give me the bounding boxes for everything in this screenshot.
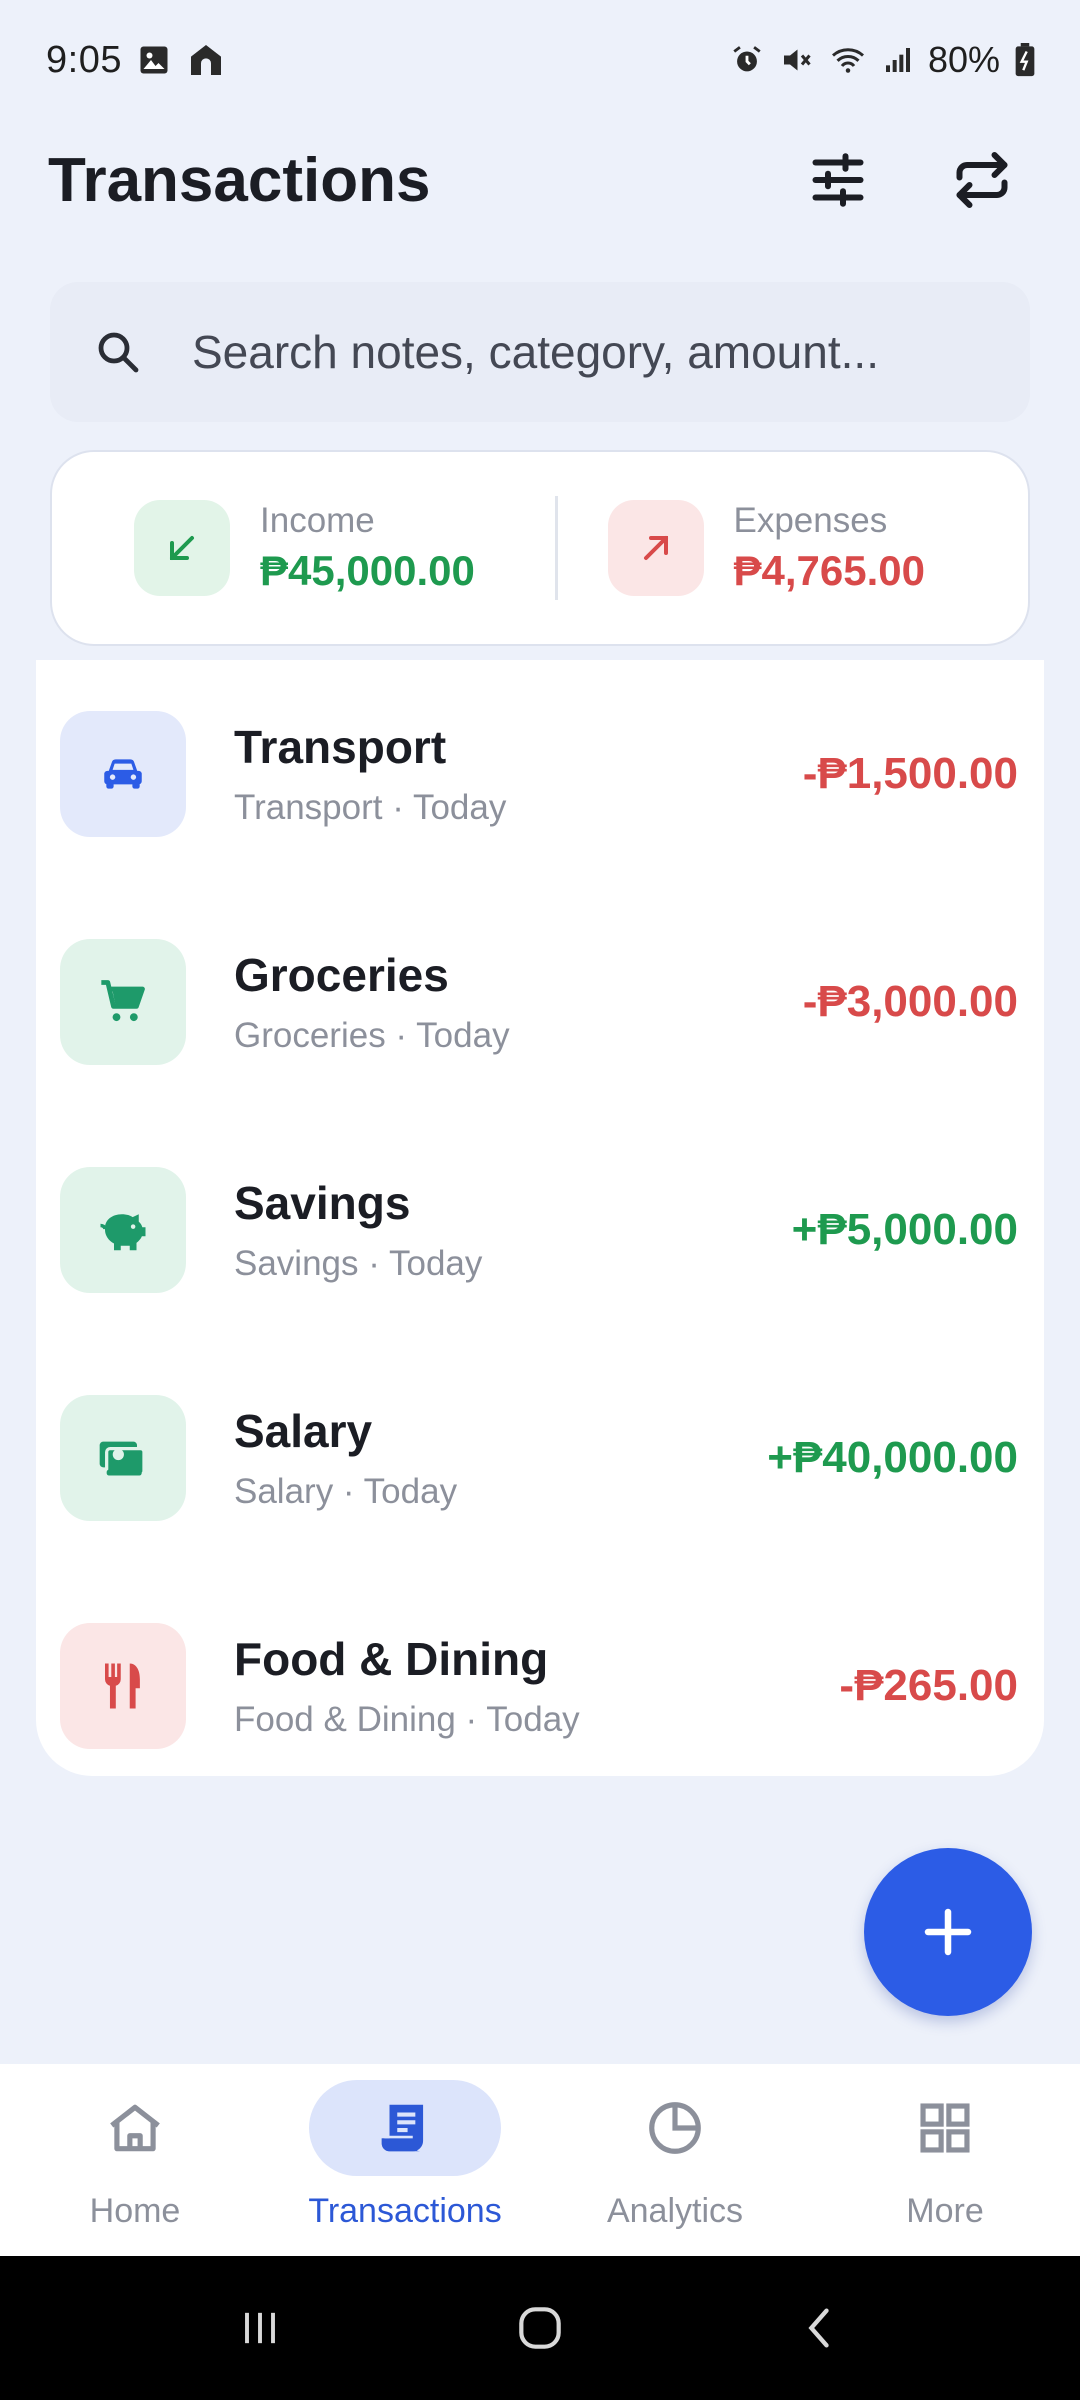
transaction-subtitle: Savings · Today bbox=[234, 1244, 483, 1283]
transaction-row-food-dining[interactable]: Food & Dining Food & Dining · Today -₱26… bbox=[36, 1572, 1044, 1800]
nav-label: Analytics bbox=[606, 2192, 744, 2230]
home-app-icon bbox=[186, 40, 226, 80]
filter-button[interactable] bbox=[788, 130, 888, 230]
alarm-icon bbox=[730, 43, 764, 77]
battery-percent: 80% bbox=[927, 39, 1000, 80]
piggy-bank-icon bbox=[60, 1167, 186, 1293]
cart-icon bbox=[60, 939, 186, 1065]
transaction-title: Groceries bbox=[234, 949, 449, 1001]
sliders-icon bbox=[808, 150, 868, 210]
transaction-subtitle: Food & Dining · Today bbox=[234, 1700, 580, 1739]
nav-more[interactable]: More bbox=[810, 2064, 1080, 2256]
repeat-icon bbox=[952, 150, 1012, 210]
cash-icon bbox=[60, 1395, 186, 1521]
signal-icon bbox=[882, 43, 914, 77]
system-home-button[interactable] bbox=[480, 2278, 600, 2378]
system-back-button[interactable] bbox=[760, 2278, 880, 2378]
transaction-row-transport[interactable]: Transport Transport · Today -₱1,500.00 bbox=[36, 660, 1044, 888]
nav-home[interactable]: Home bbox=[0, 2064, 270, 2256]
transaction-amount: -₱3,000.00 bbox=[802, 977, 1018, 1026]
transaction-amount: +₱5,000.00 bbox=[791, 1205, 1018, 1254]
add-transaction-button[interactable] bbox=[864, 1848, 1032, 2016]
circle-home-icon bbox=[512, 2300, 568, 2356]
transaction-title: Salary bbox=[234, 1405, 373, 1457]
income-summary: Income ₱45,000.00 bbox=[52, 500, 555, 596]
income-value: ₱45,000.00 bbox=[260, 547, 475, 594]
search-icon bbox=[94, 328, 142, 376]
search-bar[interactable] bbox=[50, 282, 1030, 422]
gallery-icon bbox=[136, 42, 172, 78]
plus-icon bbox=[918, 1902, 978, 1962]
search-input[interactable] bbox=[192, 325, 992, 379]
home-icon bbox=[104, 2097, 166, 2159]
battery-icon bbox=[1014, 43, 1036, 77]
page-title: Transactions bbox=[48, 145, 431, 215]
transaction-subtitle: Transport · Today bbox=[234, 788, 507, 827]
bottom-navigation: Home Transactions Analytics More bbox=[0, 2064, 1080, 2256]
nav-transactions[interactable]: Transactions bbox=[270, 2064, 540, 2256]
mute-icon bbox=[778, 42, 814, 78]
recent-apps-button[interactable] bbox=[200, 2278, 320, 2378]
transaction-subtitle: Salary · Today bbox=[234, 1472, 458, 1511]
car-icon bbox=[60, 711, 186, 837]
nav-label: Home bbox=[89, 2192, 181, 2230]
receipt-icon bbox=[374, 2097, 436, 2159]
recents-icon bbox=[234, 2302, 286, 2354]
back-chevron-icon bbox=[794, 2302, 846, 2354]
transaction-row-salary[interactable]: Salary Salary · Today +₱40,000.00 bbox=[36, 1344, 1044, 1572]
expenses-summary: Expenses ₱4,765.00 bbox=[558, 500, 1029, 596]
transaction-subtitle: Groceries · Today bbox=[234, 1016, 510, 1055]
transaction-title: Transport bbox=[234, 721, 447, 773]
status-time: 9:05 bbox=[46, 38, 122, 81]
transaction-row-savings[interactable]: Savings Savings · Today +₱5,000.00 bbox=[36, 1116, 1044, 1344]
expenses-value: ₱4,765.00 bbox=[733, 547, 926, 594]
switch-view-button[interactable] bbox=[932, 130, 1032, 230]
arrow-down-left-icon bbox=[134, 500, 230, 596]
nav-label: Transactions bbox=[308, 2192, 502, 2230]
grid-icon bbox=[914, 2097, 976, 2159]
transaction-amount: +₱40,000.00 bbox=[767, 1433, 1018, 1482]
transaction-title: Savings bbox=[234, 1177, 411, 1229]
income-label: Income bbox=[260, 501, 375, 540]
nav-analytics[interactable]: Analytics bbox=[540, 2064, 810, 2256]
status-bar: 9:05 80% bbox=[0, 0, 1080, 120]
transaction-list: Transport Transport · Today -₱1,500.00 G… bbox=[36, 660, 1044, 1776]
transaction-title: Food & Dining bbox=[234, 1633, 549, 1685]
arrow-up-right-icon bbox=[607, 500, 704, 596]
header: Transactions bbox=[0, 130, 1080, 230]
pie-chart-icon bbox=[644, 2097, 706, 2159]
wifi-icon bbox=[828, 42, 868, 78]
nav-label: More bbox=[906, 2192, 984, 2230]
transaction-amount: -₱265.00 bbox=[839, 1661, 1018, 1710]
utensils-icon bbox=[60, 1623, 186, 1749]
transaction-amount: -₱1,500.00 bbox=[802, 749, 1018, 798]
expenses-label: Expenses bbox=[733, 501, 888, 540]
summary-card: Income ₱45,000.00 Expenses ₱4,765.00 bbox=[50, 450, 1030, 646]
system-navigation-bar bbox=[0, 2256, 1080, 2400]
transaction-row-groceries[interactable]: Groceries Groceries · Today -₱3,000.00 bbox=[36, 888, 1044, 1116]
